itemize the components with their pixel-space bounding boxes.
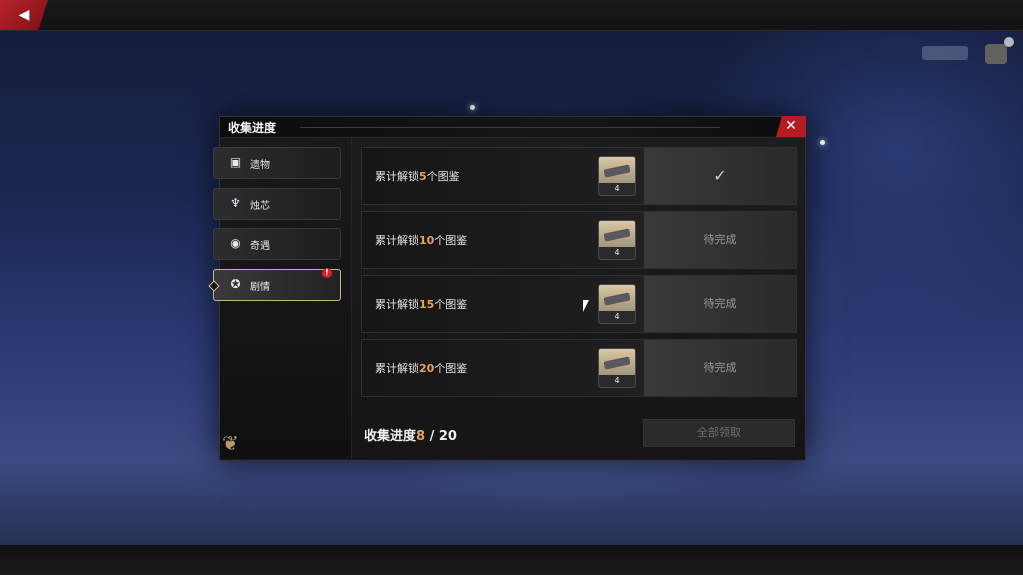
gun-icon bbox=[603, 164, 631, 178]
reward-item[interactable]: 4 bbox=[598, 348, 636, 388]
briefcase-icon: ▣ bbox=[229, 155, 242, 169]
corner-ornament-icon: ❦ bbox=[222, 431, 239, 455]
milestone-text: 累计解锁20个图鉴 bbox=[375, 362, 468, 375]
gun-icon bbox=[603, 228, 631, 242]
gun-icon bbox=[603, 292, 631, 306]
list-item: 累计解锁5个图鉴 4 ✓ bbox=[361, 147, 797, 205]
bottom-bar bbox=[0, 545, 1023, 575]
top-right-chip[interactable] bbox=[922, 46, 968, 60]
tab-label: 烛芯 bbox=[250, 201, 270, 212]
list-item: 累计解锁10个图鉴 4 待完成 bbox=[361, 211, 797, 269]
progress-counter: 收集进度8 / 20 bbox=[364, 429, 457, 444]
tab-label: 剧情 bbox=[250, 282, 270, 293]
active-marker-icon bbox=[208, 280, 220, 292]
list-item: 累计解锁20个图鉴 4 待完成 bbox=[361, 339, 797, 397]
milestone-text: 累计解锁5个图鉴 bbox=[375, 170, 460, 183]
mouse-cursor-icon bbox=[583, 300, 589, 312]
reward-count: 4 bbox=[599, 183, 635, 195]
gun-icon bbox=[603, 356, 631, 370]
milestone-text: 累计解锁10个图鉴 bbox=[375, 234, 468, 247]
footer: 收集进度8 / 20 全部领取 bbox=[361, 416, 795, 450]
tab-story[interactable]: ✪ 剧情 ! bbox=[208, 268, 341, 301]
reward-count: 4 bbox=[599, 247, 635, 259]
completed-check-icon: ✓ bbox=[644, 148, 796, 204]
reward-item[interactable]: 4 bbox=[598, 284, 636, 324]
back-arrow-icon: ◀ bbox=[18, 7, 30, 23]
notification-dot-icon bbox=[1004, 37, 1014, 47]
sparkle-icon bbox=[470, 105, 475, 110]
dialog-header: 收集进度 ✕ bbox=[220, 116, 806, 138]
list-item: 累计解锁15个图鉴 4 待完成 bbox=[361, 275, 797, 333]
film-reel-icon: ✪ bbox=[230, 277, 241, 291]
close-button[interactable]: ✕ bbox=[776, 116, 806, 137]
status-pending: 待完成 bbox=[644, 340, 796, 396]
reward-count: 4 bbox=[599, 375, 635, 387]
milestone-text: 累计解锁15个图鉴 bbox=[375, 298, 468, 311]
tab-wick[interactable]: ♆ 烛芯 bbox=[213, 188, 341, 220]
tab-encounter[interactable]: ◉ 奇遇 bbox=[213, 228, 341, 260]
status-pending: 待完成 bbox=[644, 212, 796, 268]
back-button[interactable]: ◀ bbox=[0, 0, 48, 30]
close-icon: ✕ bbox=[785, 118, 797, 134]
reward-item[interactable]: 4 bbox=[598, 220, 636, 260]
alert-badge: ! bbox=[322, 268, 332, 278]
dialog-title: 收集进度 bbox=[228, 121, 277, 135]
collection-progress-dialog: 收集进度 ✕ ▣ 遗物 ♆ 烛芯 ◉ 奇遇 ✪ 剧情 ! ❦ 累计解锁5个图鉴 bbox=[208, 116, 806, 461]
status-pending: 待完成 bbox=[644, 276, 796, 332]
encounter-icon: ◉ bbox=[230, 236, 241, 250]
tab-relics[interactable]: ▣ 遗物 bbox=[213, 147, 341, 179]
tab-label: 遗物 bbox=[250, 160, 270, 171]
claim-all-button[interactable]: 全部领取 bbox=[643, 419, 795, 447]
header-divider bbox=[300, 127, 720, 128]
wick-icon: ♆ bbox=[230, 196, 241, 210]
reward-item[interactable]: 4 bbox=[598, 156, 636, 196]
sidebar: ▣ 遗物 ♆ 烛芯 ◉ 奇遇 ✪ 剧情 ! ❦ bbox=[208, 138, 352, 459]
content-panel: 累计解锁5个图鉴 4 ✓ 累计解锁10个图鉴 4 待完成 累计解锁15个图鉴 4… bbox=[352, 138, 804, 459]
top-bar: ◀ bbox=[0, 0, 1023, 31]
reward-count: 4 bbox=[599, 311, 635, 323]
sparkle-icon bbox=[820, 140, 825, 145]
tab-label: 奇遇 bbox=[250, 241, 270, 252]
chest-icon[interactable] bbox=[985, 44, 1007, 64]
